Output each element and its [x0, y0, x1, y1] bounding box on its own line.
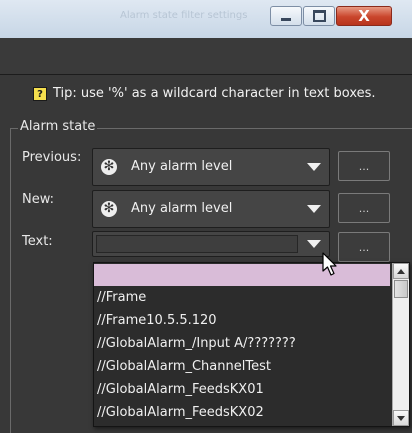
window-title: Alarm state filter settings: [120, 10, 248, 21]
chevron-up-icon: [397, 268, 405, 274]
previous-browse-button[interactable]: ...: [338, 151, 390, 181]
chevron-down-icon[interactable]: [299, 191, 329, 227]
previous-alarm-level-select[interactable]: ✻ Any alarm level: [92, 148, 330, 186]
previous-alarm-level-value: Any alarm level: [131, 159, 233, 174]
new-browse-button[interactable]: ...: [338, 193, 390, 223]
new-label: New:: [22, 192, 55, 207]
list-item[interactable]: [94, 264, 390, 286]
minimize-button[interactable]: [270, 6, 302, 26]
close-icon: X: [358, 6, 370, 25]
list-item[interactable]: //GlobalAlarm_FeedsKX02: [94, 402, 390, 424]
scroll-down-button[interactable]: [393, 410, 409, 426]
help-icon: ?: [33, 87, 47, 101]
text-browse-button[interactable]: ...: [338, 232, 390, 262]
alarm-state-group-title: Alarm state: [18, 119, 98, 134]
tip-text: Tip: use '%' as a wildcard character in …: [53, 86, 376, 101]
new-alarm-level-select[interactable]: ✻ Any alarm level: [92, 190, 330, 228]
mouse-pointer-icon: [322, 252, 337, 276]
maximize-button[interactable]: [303, 6, 335, 26]
scrollbar-thumb[interactable]: [394, 280, 408, 298]
text-label: Text:: [22, 234, 53, 249]
text-input[interactable]: [96, 235, 298, 253]
close-button[interactable]: X: [336, 6, 392, 26]
list-item[interactable]: //Frame: [94, 287, 390, 309]
list-item[interactable]: //GlobalAlarm_FeedsKX01: [94, 379, 390, 401]
previous-label: Previous:: [22, 150, 82, 165]
scroll-up-button[interactable]: [393, 263, 409, 279]
chevron-down-icon[interactable]: [299, 149, 329, 185]
list-item[interactable]: //GlobalAlarm_ChannelTest: [94, 356, 390, 378]
text-combo[interactable]: [92, 231, 330, 257]
minimize-icon: [281, 17, 291, 21]
dialog-header-bar: [0, 38, 412, 75]
chevron-down-icon: [397, 415, 405, 421]
list-item[interactable]: //GlobalAlarm_/Input A/???????: [94, 333, 390, 355]
maximize-icon: [312, 10, 326, 22]
new-alarm-level-value: Any alarm level: [131, 201, 233, 216]
text-dropdown-list[interactable]: //Frame //Frame10.5.5.120 //GlobalAlarm_…: [93, 262, 410, 427]
asterisk-icon: ✻: [101, 159, 117, 175]
asterisk-icon: ✻: [101, 201, 117, 217]
dropdown-scrollbar[interactable]: [392, 263, 409, 426]
list-item[interactable]: //Frame10.5.5.120: [94, 310, 390, 332]
